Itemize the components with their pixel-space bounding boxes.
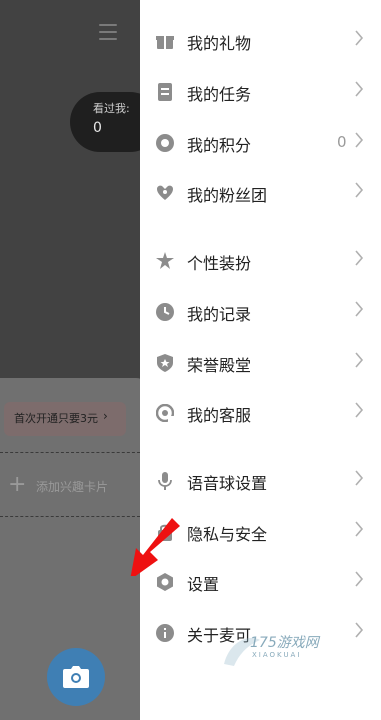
- side-drawer: 我的礼物 我的任务 我的积分 0 我的粉丝团 个性装扮 我的记录 荣誉殿堂 我的…: [140, 0, 381, 720]
- menu-item-customer-service[interactable]: 我的客服: [140, 392, 381, 432]
- dressup-icon: [156, 252, 174, 269]
- menu-item-label: 个性装扮: [187, 254, 252, 273]
- shield-icon: [157, 354, 173, 372]
- menu-item-dressup[interactable]: 个性装扮: [140, 240, 381, 280]
- info-icon: [156, 624, 174, 642]
- chevron-right-icon: [355, 132, 364, 148]
- chevron-right-icon: [355, 402, 364, 418]
- points-icon: [156, 134, 174, 152]
- chevron-right-icon: [355, 571, 364, 587]
- menu-item-label: 隐私与安全: [187, 525, 268, 544]
- red-arrow-annotation: [130, 518, 180, 576]
- divider: [0, 516, 140, 517]
- menu-item-label: 我的记录: [187, 305, 252, 324]
- promo-chevron-icon: ›: [103, 409, 108, 423]
- customer-service-icon: [156, 404, 174, 422]
- watermark-subtext: XIAOKUAI: [252, 651, 302, 659]
- menu-item-label: 设置: [187, 575, 220, 594]
- menu-item-voice-ball-settings[interactable]: 语音球设置: [140, 460, 381, 500]
- chevron-right-icon: [355, 301, 364, 317]
- menu-item-records[interactable]: 我的记录: [140, 291, 381, 331]
- camera-icon: [63, 666, 89, 688]
- chevron-right-icon: [355, 30, 364, 46]
- menu-item-fan-club[interactable]: 我的粉丝团: [140, 172, 381, 212]
- gift-icon: [156, 36, 174, 49]
- menu-item-label: 我的任务: [187, 85, 252, 104]
- fan-club-icon: [157, 185, 173, 200]
- plus-icon[interactable]: +: [8, 474, 26, 496]
- promo-text: 首次开通只要3元: [14, 412, 98, 425]
- menu-item-label: 我的礼物: [187, 34, 252, 53]
- points-value: 0: [337, 133, 347, 151]
- clock-icon: [156, 303, 174, 321]
- task-icon: [158, 83, 172, 101]
- menu-item-label: 荣誉殿堂: [187, 356, 252, 375]
- chevron-right-icon: [355, 470, 364, 486]
- watermark-text: 175游戏网: [250, 635, 319, 651]
- visitors-label: 看过我:: [93, 102, 130, 115]
- visitors-count: 0: [93, 120, 102, 136]
- chevron-right-icon: [355, 521, 364, 537]
- microphone-icon: [158, 472, 172, 490]
- menu-item-points[interactable]: 我的积分 0: [140, 122, 381, 162]
- menu-item-label: 语音球设置: [187, 474, 268, 493]
- menu-item-label: 我的积分: [187, 136, 252, 155]
- divider: [0, 452, 140, 453]
- menu-item-tasks[interactable]: 我的任务: [140, 71, 381, 111]
- menu-item-gifts[interactable]: 我的礼物: [140, 20, 381, 60]
- menu-item-label: 我的客服: [187, 406, 252, 425]
- chevron-right-icon: [355, 250, 364, 266]
- add-interest-card-button[interactable]: 添加兴趣卡片: [36, 478, 108, 495]
- camera-button[interactable]: [47, 648, 105, 706]
- menu-item-label: 我的粉丝团: [187, 186, 268, 205]
- chevron-right-icon: [355, 352, 364, 368]
- chevron-right-icon: [355, 182, 364, 198]
- menu-item-hall-of-fame[interactable]: 荣誉殿堂: [140, 342, 381, 382]
- chevron-right-icon: [355, 81, 364, 97]
- menu-icon[interactable]: [99, 24, 117, 40]
